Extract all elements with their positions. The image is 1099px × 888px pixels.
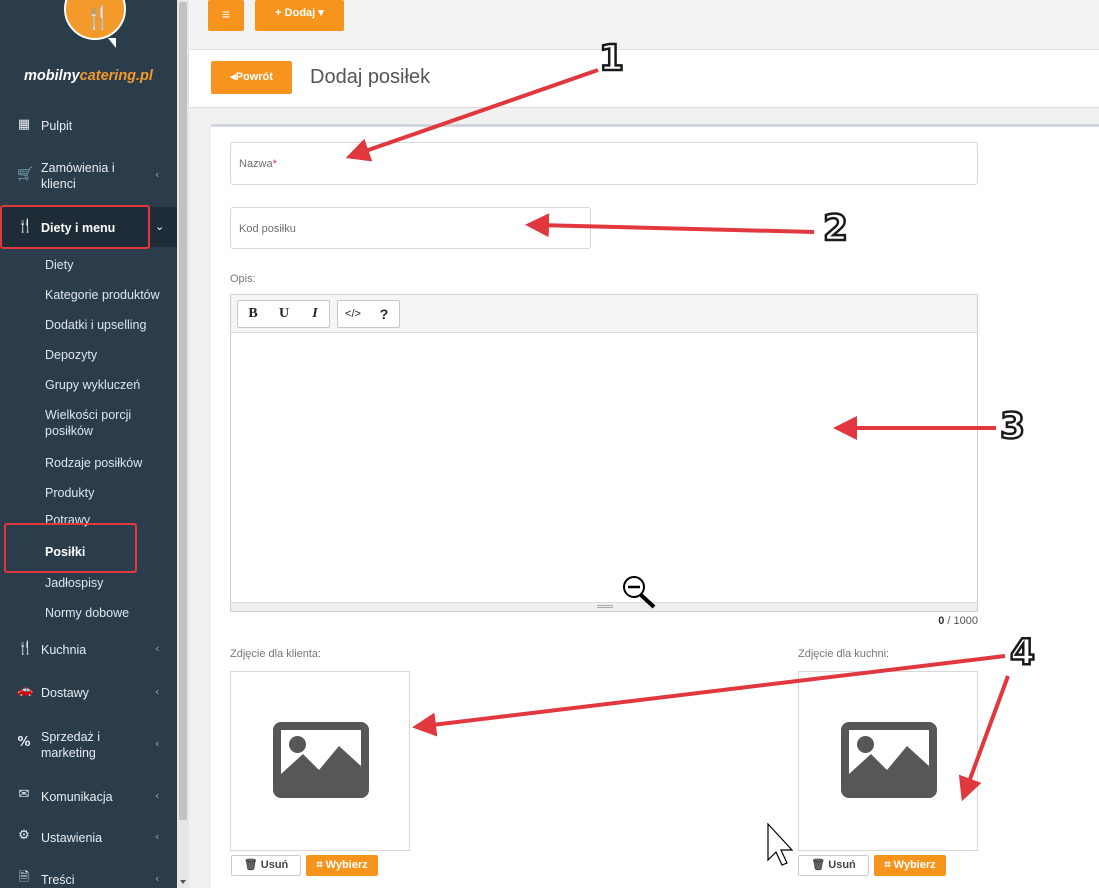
car-icon: 🚗 <box>17 683 34 698</box>
kitchen-photo-choose-button[interactable]: ⌗ Wybierz <box>874 855 946 876</box>
source-code-button[interactable]: </> <box>338 301 368 327</box>
page-header: ◂Powrót Dodaj posiłek <box>189 50 1099 108</box>
annotation-number-2: 2 <box>822 207 850 251</box>
meal-code-input[interactable]: Kod posiłku <box>230 207 591 249</box>
document-icon: 🗎 <box>18 870 30 885</box>
sidebar-subitem[interactable]: Wielkości porcji posiłków <box>45 407 155 439</box>
format-button-group: B U I <box>237 300 330 328</box>
chevron-left-icon: ‹ <box>155 685 160 698</box>
chevron-left-icon: ‹ <box>155 168 160 181</box>
crop-icon: ⌗ <box>316 859 323 871</box>
char-counter: 0 / 1000 <box>938 615 978 627</box>
chevron-left-icon: ‹ <box>155 642 160 655</box>
sidebar-subitem[interactable]: Normy dobowe <box>45 605 175 621</box>
gear-icon: ⚙ <box>18 828 30 843</box>
image-placeholder-icon <box>841 722 937 798</box>
sidebar-subitem[interactable]: Grupy wykluczeń <box>45 377 175 393</box>
sidebar-subitem[interactable]: Jadłospisy <box>45 575 175 591</box>
sidebar-item-delivery[interactable]: 🚗 Dostawy ‹ <box>0 683 177 703</box>
chevron-left-icon: ‹ <box>155 872 160 885</box>
sidebar-subitem[interactable]: Depozyty <box>45 347 175 363</box>
logo-icon: 🍴 <box>64 0 126 40</box>
name-input[interactable]: Nazwa* <box>230 142 978 185</box>
highlight-box <box>4 523 137 573</box>
sidebar-subitem[interactable]: Rodzaje posiłków <box>45 455 175 471</box>
sidebar-item-sales[interactable]: % Sprzedaż i marketing ‹ <box>0 727 177 763</box>
page-title: Dodaj posiłek <box>310 66 431 88</box>
kitchen-photo-label: Zdjęcie dla kuchni: <box>798 648 890 660</box>
code-help-button-group: </> ? <box>337 300 400 328</box>
trash-icon: 🗑 <box>811 859 826 871</box>
sidebar-item-pulpit[interactable]: ▦ Pulpit <box>0 116 177 136</box>
percent-icon: % <box>17 735 31 750</box>
kitchen-photo-placeholder <box>798 671 978 851</box>
chevron-down-icon: ⌄ <box>155 220 165 233</box>
sidebar-scrollbar[interactable] <box>177 0 189 888</box>
bold-button[interactable]: B <box>238 301 268 327</box>
underline-button[interactable]: U <box>269 301 299 327</box>
sidebar-subitem[interactable]: Produkty <box>45 485 175 501</box>
editor-resize-bar[interactable] <box>231 602 977 611</box>
sidebar-item-orders[interactable]: 🛒 Zamówienia i klienci ‹ <box>0 158 177 194</box>
resize-grip-icon[interactable] <box>597 605 613 608</box>
brand-logo-text[interactable]: mobilnycatering.pl <box>0 68 177 84</box>
sidebar-subitem[interactable]: Diety <box>45 257 175 273</box>
description-editor[interactable]: B U I </> ? <box>230 294 978 612</box>
sidebar-item-content[interactable]: 🗎 Treści ‹ <box>0 868 177 888</box>
client-photo-label: Zdjęcie dla klienta: <box>230 648 322 660</box>
caret-down-icon: ▾ <box>318 7 324 19</box>
client-photo-choose-button[interactable]: ⌗ Wybierz <box>306 855 378 876</box>
chevron-left-icon: ‹ <box>155 737 160 750</box>
sidebar: 🍴 mobilnycatering.pl ▦ Pulpit 🛒 Zamówien… <box>0 0 177 888</box>
sidebar-item-settings[interactable]: ⚙ Ustawienia ‹ <box>0 828 177 848</box>
scrollbar-thumb[interactable] <box>179 2 187 820</box>
annotation-number-1: 1 <box>598 37 626 81</box>
sidebar-subitem[interactable]: Kategorie produktów <box>45 287 175 303</box>
chevron-left-icon: ‹ <box>155 830 160 843</box>
client-photo-remove-button[interactable]: 🗑 Usuń <box>231 855 301 876</box>
help-button[interactable]: ? <box>369 301 399 327</box>
hamburger-icon: ≡ <box>221 6 231 22</box>
italic-button[interactable]: I <box>300 301 330 327</box>
envelope-icon: ✉ <box>18 787 30 802</box>
highlight-box <box>0 205 150 249</box>
description-label: Opis: <box>230 273 256 285</box>
annotation-number-4: 4 <box>1009 631 1037 675</box>
sidebar-item-communication[interactable]: ✉ Komunikacja ‹ <box>0 787 177 807</box>
fork-icon: 🍴 <box>17 641 34 656</box>
image-placeholder-icon <box>273 722 369 798</box>
sidebar-subitem[interactable]: Dodatki i upselling <box>45 317 175 333</box>
crop-icon: ⌗ <box>884 859 891 871</box>
top-toolbar: ≡ + Dodaj ▾ <box>189 0 1099 50</box>
cart-icon: 🛒 <box>17 167 34 182</box>
sidebar-item-kitchen[interactable]: 🍴 Kuchnia ‹ <box>0 640 177 660</box>
client-photo-placeholder <box>230 671 410 851</box>
chevron-left-icon: ‹ <box>155 789 160 802</box>
kitchen-photo-remove-button[interactable]: 🗑 Usuń <box>798 855 869 876</box>
trash-icon: 🗑 <box>243 859 258 871</box>
scroll-down-arrow-icon[interactable] <box>180 880 186 884</box>
back-button[interactable]: ◂Powrót <box>211 61 292 94</box>
annotation-number-3: 3 <box>999 405 1027 449</box>
dashboard-icon: ▦ <box>17 117 31 132</box>
editor-toolbar: B U I </> ? <box>231 295 977 333</box>
add-dropdown-button[interactable]: + Dodaj ▾ <box>255 0 344 31</box>
hamburger-menu-button[interactable]: ≡ <box>208 0 244 31</box>
logo-bubble-tail <box>108 38 116 48</box>
